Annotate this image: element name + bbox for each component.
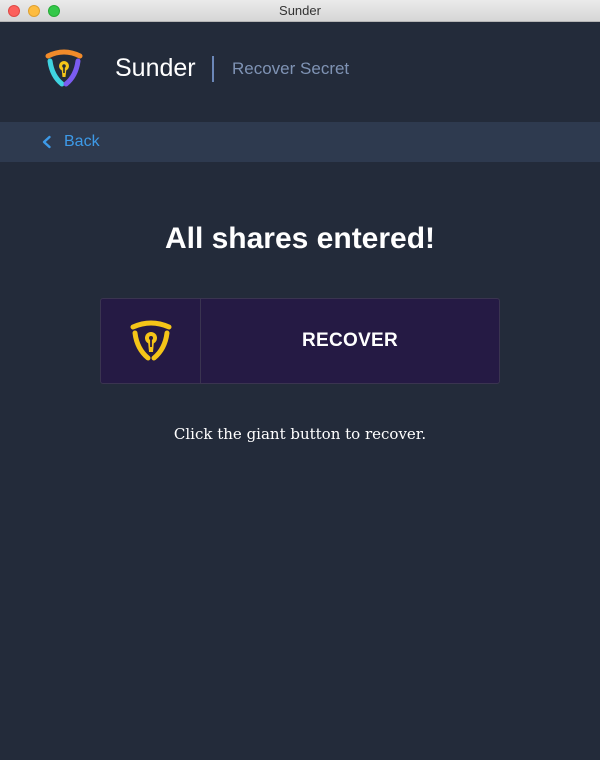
shield-keyhole-icon (130, 320, 171, 361)
recover-button[interactable]: RECOVER (100, 298, 500, 384)
page-title: Recover Secret (232, 59, 350, 78)
chevron-left-icon (42, 135, 51, 149)
recover-icon-box (101, 299, 201, 383)
back-bar: Back (0, 122, 600, 162)
status-heading: All shares entered! (164, 222, 436, 255)
back-label: Back (64, 133, 100, 150)
title-bar: Sunder (0, 0, 600, 22)
shield-keyhole-icon (45, 49, 83, 87)
back-button[interactable]: Back (40, 131, 100, 153)
app-header: Sunder Recover Secret (0, 22, 600, 122)
window-title: Sunder (279, 3, 321, 18)
app-name: Sunder (115, 54, 196, 82)
app-window: Sunder Sunder Recover Secret Back All sh… (0, 0, 600, 760)
header-divider (212, 56, 214, 82)
recover-button-label: RECOVER (301, 330, 399, 351)
instruction-text: Click the giant button to recover. (173, 425, 427, 443)
